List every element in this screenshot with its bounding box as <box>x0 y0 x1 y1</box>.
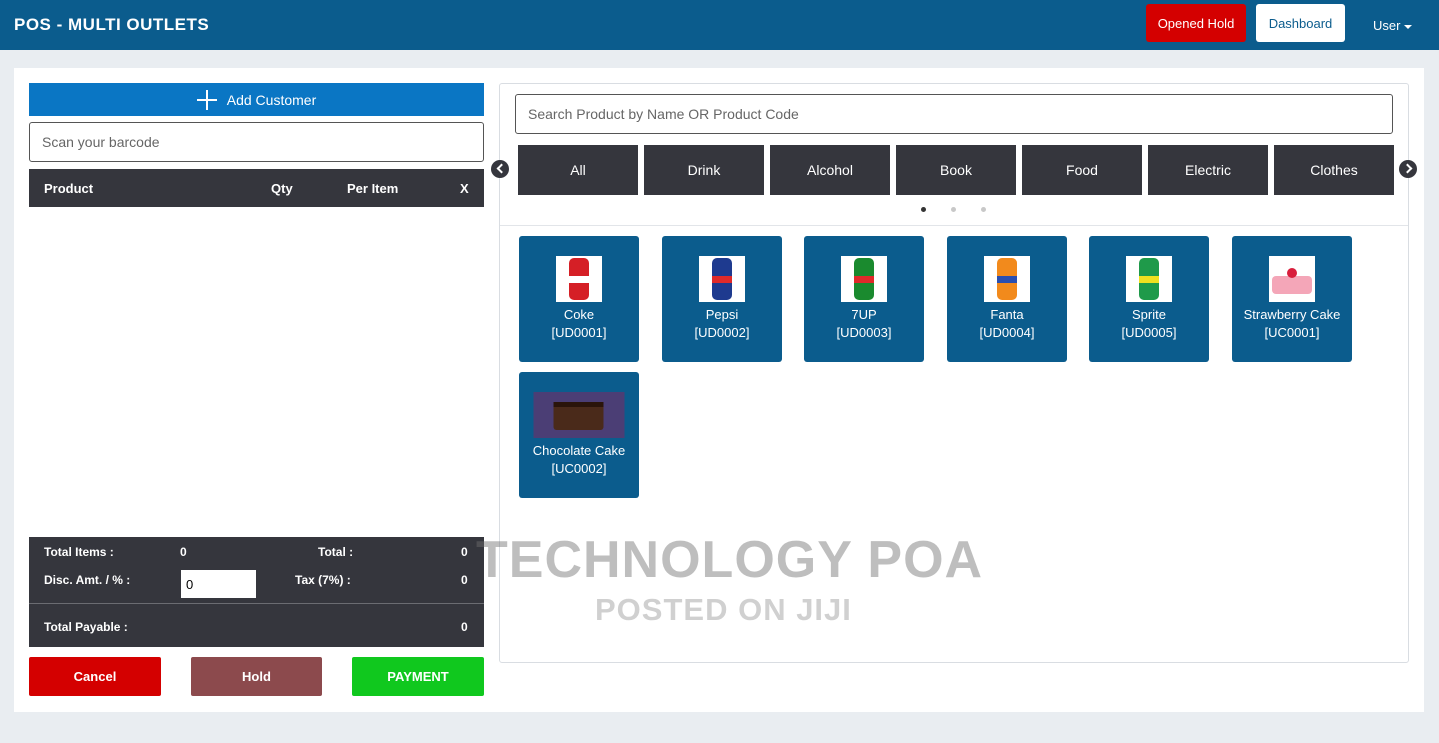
pepsi-can-icon <box>699 256 745 302</box>
product-code: [UD0003] <box>836 325 892 340</box>
add-customer-label: Add Customer <box>226 91 317 108</box>
panel-divider <box>500 225 1408 226</box>
user-menu-label: User <box>1373 18 1401 33</box>
plus-icon <box>196 89 217 110</box>
product-code: [UD0004] <box>979 325 1035 340</box>
carousel-dot-3[interactable] <box>981 207 986 212</box>
total-items-value: 0 <box>180 545 187 559</box>
category-all[interactable]: All <box>518 145 638 195</box>
coke-can-icon <box>556 256 602 302</box>
dashboard-button[interactable]: Dashboard <box>1256 4 1345 42</box>
product-card-fanta[interactable]: Fanta [UD0004] <box>947 236 1067 362</box>
payment-button[interactable]: PAYMENT <box>352 657 484 696</box>
add-customer-button[interactable]: Add Customer <box>29 83 484 116</box>
product-name: Pepsi <box>705 307 739 322</box>
category-drink[interactable]: Drink <box>644 145 764 195</box>
category-food[interactable]: Food <box>1022 145 1142 195</box>
top-navbar: POS - MULTI OUTLETS Opened Hold Dashboar… <box>0 0 1439 50</box>
product-code: [UC0002] <box>551 461 607 476</box>
cancel-button[interactable]: Cancel <box>29 657 161 696</box>
product-code: [UD0002] <box>694 325 750 340</box>
opened-hold-button[interactable]: Opened Hold <box>1146 4 1246 42</box>
product-name: Coke <box>563 307 595 322</box>
product-name: Fanta <box>990 307 1024 322</box>
barcode-input[interactable] <box>29 122 484 162</box>
column-remove: X <box>460 181 469 196</box>
column-qty: Qty <box>271 181 293 196</box>
total-items-label: Total Items : <box>44 545 114 559</box>
discount-label: Disc. Amt. / % : <box>44 573 131 587</box>
product-name: Strawberry Cake <box>1243 307 1341 322</box>
product-code: [UD0005] <box>1121 325 1177 340</box>
strawberry-cake-icon <box>1269 256 1315 302</box>
user-menu[interactable]: User <box>1373 18 1413 33</box>
product-code: [UD0001] <box>551 325 607 340</box>
watermark-line-2: POSTED ON JIJI <box>595 592 852 627</box>
discount-input[interactable] <box>181 570 256 598</box>
tax-label: Tax (7%) : <box>295 573 351 587</box>
caret-down-icon <box>1404 24 1413 29</box>
carousel-dot-2[interactable] <box>951 207 956 212</box>
carousel-dot-1[interactable] <box>921 207 926 212</box>
app-title: POS - MULTI OUTLETS <box>14 15 210 34</box>
chevron-left-icon[interactable] <box>491 160 509 178</box>
product-card-sprite[interactable]: Sprite [UD0005] <box>1089 236 1209 362</box>
chocolate-cake-icon <box>533 392 625 438</box>
product-name: Chocolate Cake <box>532 443 626 458</box>
product-card-pepsi[interactable]: Pepsi [UD0002] <box>662 236 782 362</box>
total-payable-value: 0 <box>461 620 468 634</box>
total-label: Total : <box>318 545 354 559</box>
product-search-input[interactable] <box>515 94 1393 134</box>
category-book[interactable]: Book <box>896 145 1016 195</box>
watermark-line-1: TECHNOLOGY POA <box>476 531 984 589</box>
product-card-7up[interactable]: 7UP [UD0003] <box>804 236 924 362</box>
tax-value: 0 <box>461 573 468 587</box>
product-name: 7UP <box>851 307 877 322</box>
chevron-right-icon[interactable] <box>1399 160 1417 178</box>
total-payable-label: Total Payable : <box>44 620 128 634</box>
category-alcohol[interactable]: Alcohol <box>770 145 890 195</box>
product-card-coke[interactable]: Coke [UD0001] <box>519 236 639 362</box>
product-card-chocolate-cake[interactable]: Chocolate Cake [UC0002] <box>519 372 639 498</box>
7up-can-icon <box>841 256 887 302</box>
hold-button[interactable]: Hold <box>191 657 322 696</box>
totals-panel: Total Items : 0 Total : 0 Disc. Amt. / %… <box>29 537 484 647</box>
category-clothes[interactable]: Clothes <box>1274 145 1394 195</box>
column-per-item: Per Item <box>347 181 399 196</box>
category-electric[interactable]: Electric <box>1148 145 1268 195</box>
cart-table-header: Product Qty Per Item X <box>29 169 484 207</box>
fanta-can-icon <box>984 256 1030 302</box>
product-card-strawberry-cake[interactable]: Strawberry Cake [UC0001] <box>1232 236 1352 362</box>
product-name: Sprite <box>1132 307 1166 322</box>
sprite-can-icon <box>1126 256 1172 302</box>
total-value: 0 <box>461 545 468 559</box>
column-product: Product <box>44 181 94 196</box>
product-code: [UC0001] <box>1264 325 1320 340</box>
totals-divider <box>29 603 484 604</box>
